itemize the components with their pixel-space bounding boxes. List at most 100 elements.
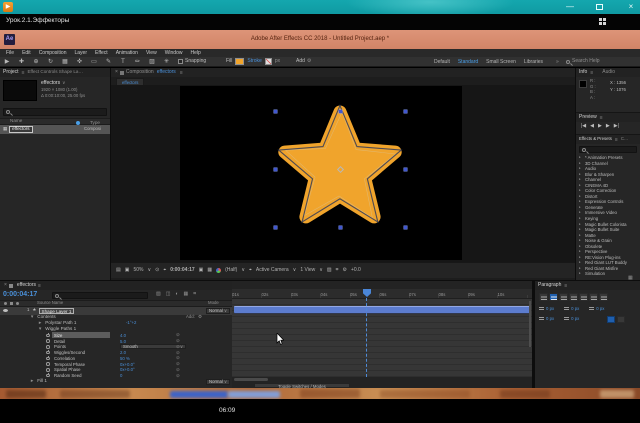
panel-menu-icon[interactable]: ≡ [38,283,41,289]
fill-swatch[interactable] [235,58,244,65]
comp-timecode[interactable]: 0:00:04:17 [170,268,194,273]
add-control[interactable]: Add ⚙ [296,59,311,64]
project-search-input[interactable] [3,108,107,116]
panel-menu-icon[interactable]: ≡ [180,70,183,76]
property-value[interactable]: 0x+0.0° [120,362,135,367]
justify-all-button[interactable] [599,293,608,301]
transport-button[interactable]: ▶ [598,124,602,129]
selection-handle[interactable] [339,226,342,229]
selection-handle[interactable] [404,110,407,113]
tool-icon[interactable]: ↻ [47,57,55,67]
channel-icon[interactable] [216,268,221,273]
tool-icon[interactable]: ▨ [148,57,156,67]
stopwatch-icon[interactable] [46,368,50,372]
viewer-icon[interactable]: ▧ [327,268,332,273]
menu-item[interactable]: Layer [70,49,91,57]
stroke-label[interactable]: Stroke [247,59,261,64]
workspace-tab[interactable]: Libraries [520,58,547,67]
composition-panel-label[interactable]: Composition [126,70,154,75]
viewer-icon[interactable]: ⊙ [155,268,159,273]
expand-arrow-icon[interactable]: ▼ [30,315,34,319]
menu-item[interactable]: Window [161,49,187,57]
tool-icon[interactable]: ▶ [3,57,11,67]
star-shape[interactable] [180,86,462,260]
tab-character[interactable]: Chara [618,135,632,143]
workspace-tab[interactable]: Standard [454,58,482,67]
selection-handle[interactable] [404,226,407,229]
tool-icon[interactable]: ▭ [90,57,98,67]
viewer-icon[interactable]: ⌗ [336,268,339,273]
property-value[interactable]: 0x+0.0° [120,367,135,372]
menu-item[interactable]: File [2,49,18,57]
menu-item[interactable]: Animation [112,49,142,57]
project-row-name[interactable]: effectors [9,126,33,134]
project-item-name[interactable]: effectors∨ [41,81,65,86]
roi-icon[interactable]: ⌖ [249,268,252,273]
fill-mode-select[interactable]: Normal∨ [206,379,230,385]
property-value[interactable]: 2.0 [120,350,126,355]
layer-mode-select[interactable]: Normal∨ [206,308,230,314]
project-row-effectors[interactable]: ▦ effectors Composi [0,125,110,134]
tool-icon[interactable]: T [119,57,127,67]
tool-icon[interactable]: ✜ [76,57,84,67]
snapping-checkbox[interactable] [178,59,183,64]
column-name[interactable]: Name [10,119,22,124]
direction-rtl-button[interactable] [617,316,625,323]
align-center-button[interactable] [549,293,558,301]
tab-project[interactable]: Project [0,68,22,77]
comp-viewer[interactable] [111,85,575,264]
menu-item[interactable]: Effect [91,49,112,57]
fullscreen-icon[interactable] [599,18,608,26]
panel-menu-icon[interactable]: ≡ [600,115,603,121]
timeline-toggle-icon[interactable]: ▧ [156,292,161,297]
camera-select[interactable]: Active Camera [256,268,289,273]
selection-handle[interactable] [274,226,277,229]
layer-duration-bar[interactable] [234,306,530,313]
selection-handle[interactable] [404,168,407,171]
menu-item[interactable]: View [142,49,161,57]
selection-handle[interactable] [274,168,277,171]
direction-ltr-button[interactable] [607,316,615,323]
tab-audio[interactable]: Audio [599,68,618,77]
indent-field[interactable]: 0 px [539,307,554,311]
snapping-control[interactable]: Snapping [178,59,206,64]
property-value[interactable]: 50 % [120,356,130,361]
transport-button[interactable]: ▶| [614,124,619,129]
expand-arrow-icon[interactable]: ▼ [38,327,42,331]
layer-row[interactable]: 1 ★ Shape Layer 1 Normal∨ [0,307,232,315]
indent-value[interactable]: 0 px [596,307,604,311]
tab-info[interactable]: Info [576,68,590,77]
tool-icon[interactable]: ⊕ [32,57,40,67]
close-tab-icon[interactable]: × [115,70,118,75]
timeline-toggle-icon[interactable]: ⌗ [193,292,196,297]
align-left-button[interactable] [539,293,548,301]
effects-search-input[interactable] [579,146,637,153]
layer-name[interactable]: Shape Layer 1 [39,308,75,314]
snapshot-icon[interactable]: ▣ [199,268,204,273]
timeline-search-input[interactable] [52,292,148,299]
menu-item[interactable]: Edit [18,49,35,57]
column-mode[interactable]: Mode [208,301,219,305]
indent-value[interactable]: 0 px [546,307,554,311]
justify-last-left-button[interactable] [569,293,578,301]
stroke-swatch[interactable] [265,58,272,65]
selection-handle[interactable] [274,110,277,113]
viewer-icon[interactable]: ▤ [116,268,121,273]
menu-item[interactable]: Help [186,49,204,57]
snapshot-icon[interactable]: ▦ [207,268,212,273]
column-source-name[interactable]: Source Name [37,301,63,305]
indent-field[interactable]: 0 px [589,307,604,311]
tab-effect-controls[interactable]: Effect Controls Shape Layer 1 [24,68,86,77]
stopwatch-icon[interactable] [46,357,50,361]
transport-button[interactable]: |◀ [581,124,586,129]
property-value[interactable]: 4.0 [120,333,126,338]
expand-arrow-icon[interactable]: ► [38,321,42,325]
tool-icon[interactable]: ✏ [134,57,142,67]
timeline-comp-tab[interactable]: effectors [15,281,38,290]
maximize-button[interactable] [596,4,603,10]
tool-icon[interactable]: ▦ [61,57,69,67]
search-help-field[interactable]: Search Help [566,59,600,64]
workspace-more-icon[interactable]: » [556,60,559,65]
stopwatch-icon[interactable] [46,334,50,338]
polystar-value[interactable]: -1°+2 [126,321,136,325]
